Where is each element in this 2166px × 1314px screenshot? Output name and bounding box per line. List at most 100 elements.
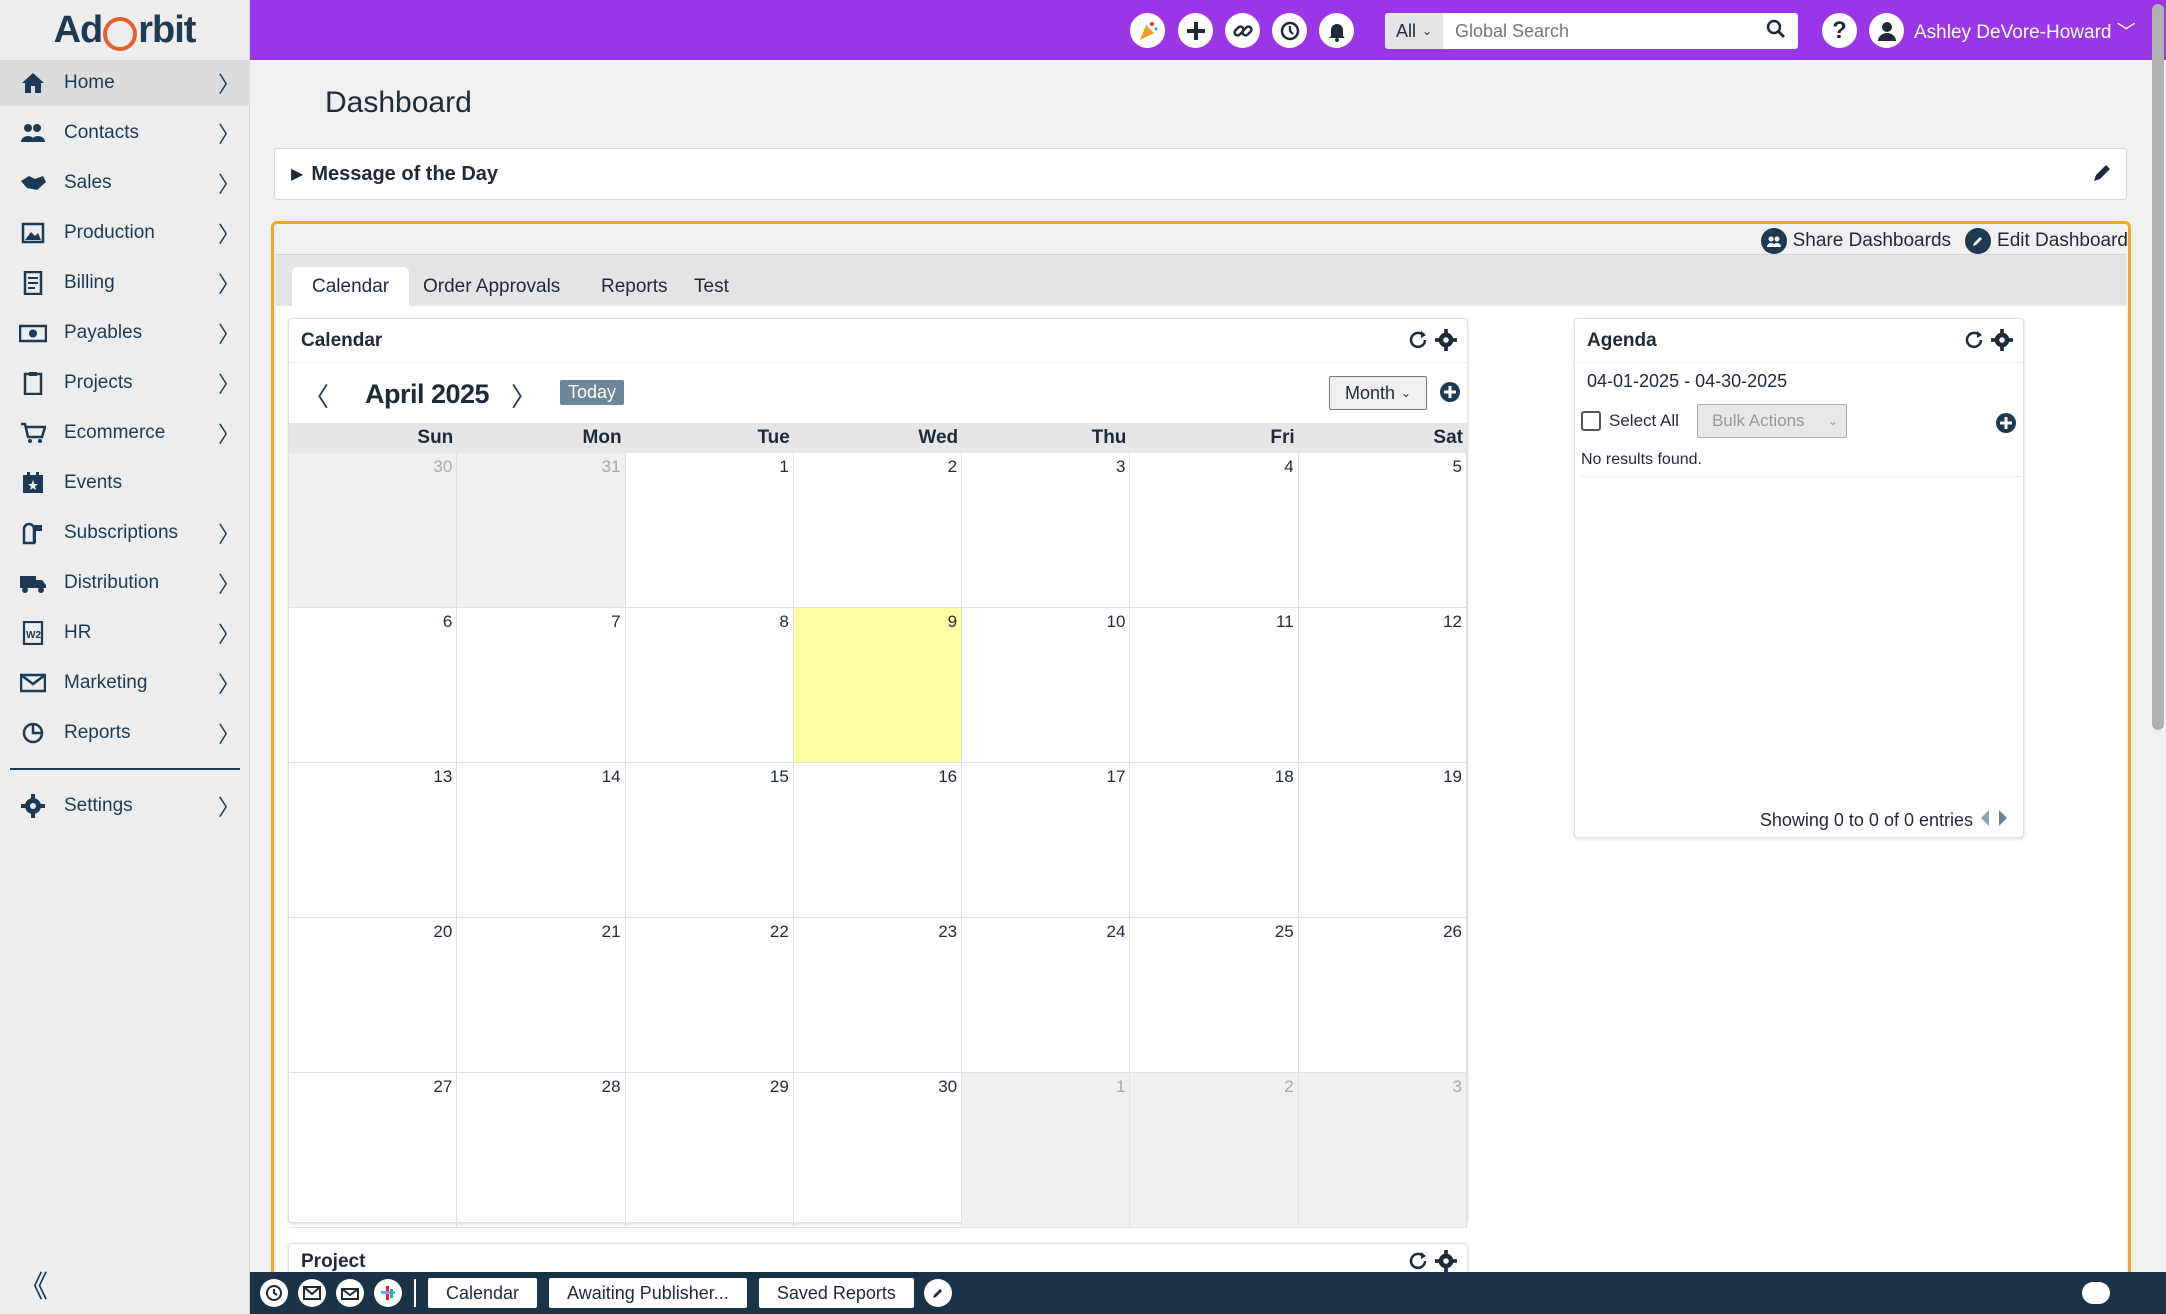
tab-calendar[interactable]: Calendar bbox=[292, 267, 410, 307]
calendar-day[interactable]: 1 bbox=[625, 453, 794, 608]
calendar-day[interactable]: 7 bbox=[457, 608, 626, 763]
toggle-switch[interactable] bbox=[2082, 1282, 2110, 1304]
add-event-icon[interactable] bbox=[1439, 381, 1461, 408]
select-all-checkbox[interactable] bbox=[1581, 411, 1601, 431]
search-icon[interactable] bbox=[1766, 19, 1786, 44]
slack-icon[interactable] bbox=[374, 1279, 402, 1307]
refresh-icon[interactable] bbox=[1963, 329, 1985, 357]
sidebar-item-hr[interactable]: W2 HR 〉 bbox=[0, 610, 250, 656]
next-page-icon[interactable] bbox=[1997, 809, 2009, 832]
calendar-day[interactable]: 25 bbox=[1130, 918, 1299, 1073]
sidebar-item-production[interactable]: Production 〉 bbox=[0, 210, 250, 256]
edit-dashboard-button[interactable]: Edit Dashboard bbox=[1965, 228, 2128, 254]
calendar-day[interactable]: 8 bbox=[625, 608, 794, 763]
invoice-icon bbox=[18, 270, 48, 296]
calendar-day[interactable]: 13 bbox=[289, 763, 458, 918]
weekday-label: Mon bbox=[582, 427, 622, 448]
message-of-the-day-panel[interactable]: ▶ Message of the Day bbox=[274, 148, 2127, 200]
user-menu[interactable]: Ashley DeVore-Howard ﹀ bbox=[1914, 17, 2136, 44]
calendar-day[interactable]: 16 bbox=[793, 763, 963, 918]
calendar-day[interactable]: 17 bbox=[962, 763, 1131, 918]
calendar-day[interactable]: 20 bbox=[289, 918, 458, 1073]
calendar-day[interactable]: 3 bbox=[962, 453, 1131, 608]
footer-tab-saved-reports[interactable]: Saved Reports bbox=[758, 1278, 914, 1308]
sidebar-item-subscriptions[interactable]: Subscriptions 〉 bbox=[0, 510, 250, 556]
tab-order-approvals[interactable]: Order Approvals bbox=[403, 267, 580, 307]
pencil-icon[interactable] bbox=[923, 1279, 952, 1307]
calendar-day[interactable]: 14 bbox=[457, 763, 626, 918]
calendar-day[interactable]: 15 bbox=[625, 763, 794, 918]
sidebar-item-distribution[interactable]: Distribution 〉 bbox=[0, 560, 250, 606]
calendar-day[interactable]: 30 bbox=[289, 453, 458, 608]
sidebar-item-home[interactable]: Home 〉 bbox=[0, 60, 250, 106]
chevron-right-icon[interactable]: 〉 bbox=[511, 377, 537, 414]
sidebar-item-marketing[interactable]: Marketing 〉 bbox=[0, 660, 250, 706]
search-input[interactable] bbox=[1443, 14, 1766, 48]
calendar-day[interactable]: 5 bbox=[1298, 453, 1467, 608]
calendar-day[interactable]: 28 bbox=[457, 1073, 626, 1228]
share-dashboards-button[interactable]: Share Dashboards bbox=[1760, 228, 1951, 254]
sidebar-item-events[interactable]: Events bbox=[0, 460, 250, 506]
calendar-day[interactable]: 2 bbox=[1130, 1073, 1299, 1228]
calendar-day[interactable]: 10 bbox=[962, 608, 1131, 763]
bell-icon[interactable] bbox=[1319, 13, 1354, 48]
sidebar-item-projects[interactable]: Projects 〉 bbox=[0, 360, 250, 406]
footer-tab-awaiting-publisher[interactable]: Awaiting Publisher... bbox=[549, 1278, 747, 1308]
calendar-day[interactable]: 2 bbox=[793, 453, 963, 608]
calendar-day-today[interactable]: 9 bbox=[793, 608, 963, 763]
sidebar-item-label: Subscriptions bbox=[64, 522, 179, 543]
calendar-day[interactable]: 19 bbox=[1298, 763, 1467, 918]
sidebar-item-contacts[interactable]: Contacts 〉 bbox=[0, 110, 250, 156]
calendar-day[interactable]: 4 bbox=[1130, 453, 1299, 608]
calendar-day[interactable]: 24 bbox=[962, 918, 1131, 1073]
chevron-down-icon: ﹀ bbox=[2116, 22, 2136, 43]
mail-open-icon[interactable] bbox=[336, 1279, 364, 1307]
tab-reports[interactable]: Reports bbox=[581, 267, 688, 307]
calendar-day[interactable]: 11 bbox=[1130, 608, 1299, 763]
calendar-day[interactable]: 29 bbox=[625, 1073, 794, 1228]
calendar-day[interactable]: 23 bbox=[793, 918, 963, 1073]
party-icon[interactable] bbox=[1130, 13, 1165, 48]
clock-icon[interactable] bbox=[260, 1279, 288, 1307]
sidebar-item-settings[interactable]: Settings 〉 bbox=[0, 783, 250, 829]
footer-tab-calendar[interactable]: Calendar bbox=[428, 1278, 538, 1308]
add-agenda-item-icon[interactable] bbox=[1995, 412, 2017, 439]
link-icon[interactable] bbox=[1225, 13, 1260, 48]
user-avatar-icon[interactable] bbox=[1869, 13, 1904, 48]
sidebar-item-label: Sales bbox=[64, 172, 112, 193]
sidebar-item-sales[interactable]: Sales 〉 bbox=[0, 160, 250, 206]
calendar-day[interactable]: 3 bbox=[1298, 1073, 1467, 1228]
search-scope-select[interactable]: All ⌄ bbox=[1385, 13, 1443, 49]
calendar-day[interactable]: 22 bbox=[625, 918, 794, 1073]
gear-icon[interactable] bbox=[1435, 329, 1457, 357]
prev-page-icon[interactable] bbox=[1979, 809, 1991, 832]
mail-icon[interactable] bbox=[298, 1279, 326, 1307]
bulk-actions-select[interactable]: Bulk Actions ⌄ bbox=[1696, 404, 1847, 438]
refresh-icon[interactable] bbox=[1407, 329, 1429, 357]
collapse-sidebar-icon[interactable]: 《 bbox=[18, 1262, 48, 1306]
help-icon[interactable]: ? bbox=[1822, 13, 1857, 48]
calendar-day[interactable]: 26 bbox=[1298, 918, 1467, 1073]
app-logo[interactable]: Ad rbit bbox=[0, 0, 249, 60]
today-button[interactable]: Today bbox=[560, 380, 625, 405]
sidebar-item-ecommerce[interactable]: Ecommerce 〉 bbox=[0, 410, 250, 456]
sidebar-item-payables[interactable]: Payables 〉 bbox=[0, 310, 250, 356]
calendar-day[interactable]: 18 bbox=[1130, 763, 1299, 918]
sidebar-item-billing[interactable]: Billing 〉 bbox=[0, 260, 250, 306]
calendar-day[interactable]: 12 bbox=[1298, 608, 1467, 763]
gear-icon[interactable] bbox=[1991, 329, 2013, 357]
calendar-day[interactable]: 31 bbox=[457, 453, 626, 608]
calendar-day[interactable]: 1 bbox=[962, 1073, 1131, 1228]
chevron-left-icon[interactable]: 〈 bbox=[303, 377, 329, 414]
calendar-day[interactable]: 21 bbox=[457, 918, 626, 1073]
pencil-icon[interactable] bbox=[2090, 161, 2114, 190]
calendar-day[interactable]: 30 bbox=[793, 1073, 963, 1228]
sidebar-item-reports[interactable]: Reports 〉 bbox=[0, 710, 250, 756]
tab-test[interactable]: Test bbox=[674, 267, 749, 307]
add-icon[interactable] bbox=[1178, 13, 1213, 48]
calendar-view-select[interactable]: Month ⌄ bbox=[1329, 376, 1427, 410]
page-scrollbar[interactable] bbox=[2152, 4, 2164, 730]
history-icon[interactable] bbox=[1272, 13, 1307, 48]
calendar-day[interactable]: 6 bbox=[289, 608, 458, 763]
calendar-day[interactable]: 27 bbox=[289, 1073, 458, 1228]
